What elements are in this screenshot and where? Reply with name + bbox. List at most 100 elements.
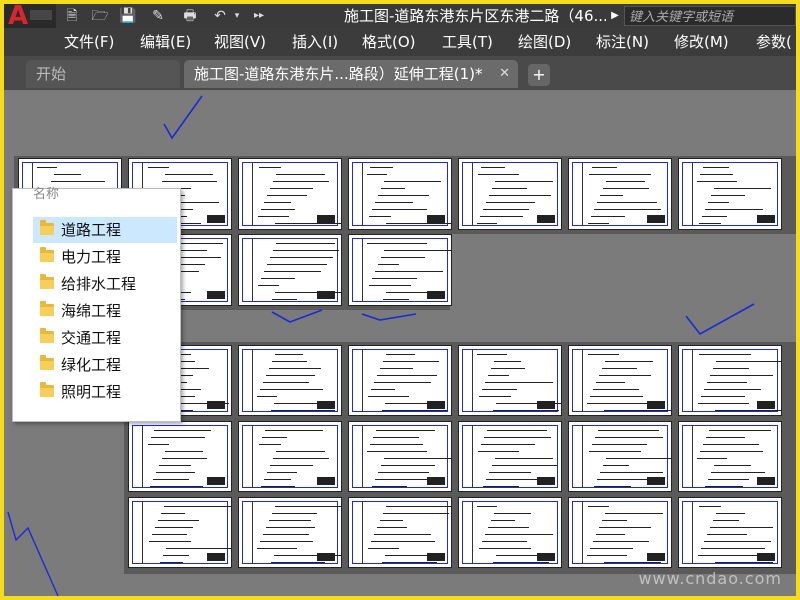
sheet-text-line [594,486,631,487]
sheet-text-line [495,181,553,182]
sheet-text-line [275,223,341,224]
sheet-text-line [589,451,641,452]
sheet-text-line [260,541,313,542]
menu-draw[interactable]: 绘图(D) [518,28,571,56]
sheet-text-line [592,167,617,168]
drawing-sheet-thumbnail[interactable] [458,345,562,416]
sheet-text-line [270,465,313,466]
folder-item-road[interactable]: 道路工程 [33,217,177,243]
sheet-text-line [381,188,405,189]
drawing-sheet-thumbnail[interactable] [678,345,782,416]
folder-item-power[interactable]: 电力工程 [33,244,177,270]
new-file-icon[interactable]: 🗎 [58,5,86,27]
sheet-text-line [714,465,751,466]
tab-active-label: 施工图-道路东港东片...路段）延伸工程(1)* [194,65,483,83]
save-icon[interactable]: 💾 [114,5,142,27]
drawing-sheet-thumbnail[interactable] [238,421,342,492]
folder-item-sponge[interactable]: 海绵工程 [33,298,177,324]
tab-active-drawing[interactable]: 施工图-道路东港东片...路段）延伸工程(1)* ✕ [184,60,518,88]
menu-format[interactable]: 格式(O) [362,28,416,56]
drawing-sheet-thumbnail[interactable] [128,497,232,568]
drawing-sheet-thumbnail[interactable] [568,497,672,568]
menu-modify[interactable]: 修改(M) [674,28,729,56]
sheet-title-block [317,401,335,409]
menu-dimension[interactable]: 标注(N) [596,28,649,56]
menu-edit[interactable]: 编辑(E) [140,28,191,56]
sheet-text-line [605,513,663,514]
drawing-sheet-thumbnail[interactable] [348,234,452,306]
menu-view[interactable]: 视图(V) [214,28,266,56]
menu-tools[interactable]: 工具(T) [442,28,493,56]
sheet-text-line [708,202,729,203]
drawing-sheet-thumbnail[interactable] [458,158,562,230]
menu-insert[interactable]: 插入(I) [292,28,338,56]
sheet-text-line [373,437,419,438]
sheet-text-line [374,534,431,535]
folder-item-water[interactable]: 给排水工程 [33,271,177,297]
sheet-title-block [647,477,665,485]
drawing-sheet-thumbnail[interactable] [678,421,782,492]
sheet-text-line [716,513,745,514]
drawing-sheet-thumbnail[interactable] [678,158,782,230]
sheet-text-line [703,444,759,445]
drawing-sheet-thumbnail[interactable] [458,497,562,568]
sheet-title-block [757,401,775,409]
sheet-text-line [699,506,721,507]
folder-item-lighting[interactable]: 照明工程 [33,379,177,405]
sheet-text-line [370,167,393,168]
sheet-text-line [590,548,633,549]
save-as-icon[interactable]: ✎ [144,5,172,27]
sheet-text-line [489,472,531,473]
drawing-sheet-thumbnail[interactable] [348,345,452,416]
sheet-text-line [153,479,189,480]
undo-dropdown-icon[interactable]: ▾ [230,5,244,27]
overflow-icon[interactable]: ▸▸ [250,5,268,27]
sheet-text-line [710,527,773,528]
drawing-sheet-thumbnail[interactable] [568,158,672,230]
app-logo[interactable]: A [4,2,56,30]
drawing-sheet-thumbnail[interactable] [238,158,342,230]
drawing-sheet-thumbnail[interactable] [568,345,672,416]
folder-item-traffic[interactable]: 交通工程 [33,325,177,351]
sheet-text-line [152,534,187,535]
tab-start-label: 开始 [36,65,67,83]
folder-label: 照明工程 [61,383,122,401]
sheet-title-block [207,291,225,299]
drawing-sheet-thumbnail[interactable] [348,421,452,492]
sheet-text-line [487,430,547,431]
plus-icon[interactable]: + [528,64,550,86]
drawing-sheet-thumbnail[interactable] [238,345,342,416]
sheet-text-line [151,437,205,438]
folder-icon [40,247,54,262]
sheet-text-line [386,506,451,507]
more-arrow-icon[interactable]: ▶ [608,7,622,25]
drawing-sheet-thumbnail[interactable] [568,421,672,492]
drawing-sheet-thumbnail[interactable] [348,158,452,230]
sheet-title-block [427,477,445,485]
drawing-sheet-thumbnail[interactable] [348,497,452,568]
menu-parametric[interactable]: 参数( [756,28,792,56]
drawing-sheet-thumbnail[interactable] [238,497,342,568]
tab-start[interactable]: 开始 [26,60,180,88]
sheet-text-line [276,174,325,175]
drawing-sheet-thumbnail[interactable] [238,234,342,306]
search-input[interactable] [624,6,796,26]
sheet-text-line [273,181,329,182]
sheet-text-line [37,167,57,168]
sheet-text-line [592,444,647,445]
drawing-sheet-thumbnail[interactable] [458,421,562,492]
sheet-text-line [485,382,553,383]
sheet-text-line [51,181,105,182]
folder-item-greening[interactable]: 绿化工程 [33,352,177,378]
sheet-text-line [492,465,557,466]
close-icon[interactable]: ✕ [499,60,510,88]
drawing-sheet-thumbnail[interactable] [128,421,232,492]
sheet-text-line [697,181,737,182]
sheet-text-line [588,506,609,507]
open-folder-icon[interactable]: 🗁 [86,5,114,27]
sheet-text-line [264,202,291,203]
drawing-sheet-thumbnail[interactable] [678,497,782,568]
menu-file[interactable]: 文件(F) [64,28,114,56]
sheet-text-line [149,541,191,542]
print-icon[interactable]: 🖶 [176,5,204,27]
